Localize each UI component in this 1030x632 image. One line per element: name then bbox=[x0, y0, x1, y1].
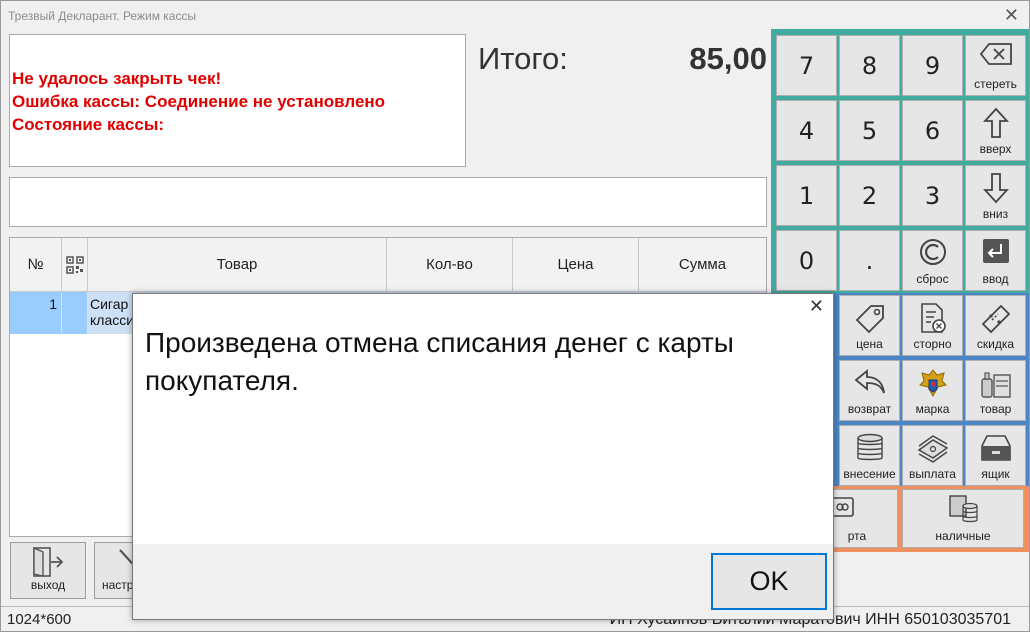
dialog-footer: OK bbox=[133, 544, 833, 619]
up-button[interactable]: вверх bbox=[965, 100, 1026, 161]
exit-icon bbox=[33, 546, 64, 577]
drawer-button[interactable]: ящик bbox=[965, 425, 1026, 486]
reset-button[interactable]: сброс bbox=[902, 230, 963, 291]
coins-stack-icon bbox=[856, 433, 883, 461]
cash-payment-button[interactable]: наличные bbox=[902, 489, 1024, 548]
settings-label: настр bbox=[102, 578, 134, 592]
header-product: Товар bbox=[88, 238, 387, 292]
header-qr bbox=[62, 238, 88, 292]
key-2[interactable]: 2 bbox=[839, 165, 900, 226]
table-header: № Товар Кол-во Цена Сумма bbox=[10, 238, 766, 292]
main-window: Трезвый Декларант. Режим кассы ✕ Не удал… bbox=[0, 0, 1030, 632]
header-sum: Сумма bbox=[678, 256, 727, 273]
settings-button[interactable]: настр bbox=[94, 542, 134, 599]
title-bar: Трезвый Декларант. Режим кассы ✕ bbox=[1, 1, 1029, 29]
arrow-up-icon bbox=[982, 107, 1009, 138]
cash-out-button[interactable]: выплата bbox=[902, 425, 963, 486]
scan-input[interactable] bbox=[9, 177, 767, 227]
storno-button[interactable]: сторно bbox=[902, 295, 963, 356]
banknotes-icon bbox=[917, 435, 948, 463]
key-4[interactable]: 4 bbox=[776, 100, 837, 161]
error-message-box: Не удалось закрыть чек! Ошибка кассы: Со… bbox=[9, 34, 466, 167]
header-num: № bbox=[10, 238, 62, 292]
total-label: Итого: bbox=[478, 41, 568, 76]
enter-icon bbox=[982, 239, 1009, 263]
key-6[interactable]: 6 bbox=[902, 100, 963, 161]
goods-button[interactable]: товар bbox=[965, 360, 1026, 421]
error-line-1: Не удалось закрыть чек! bbox=[12, 69, 222, 88]
arrow-down-icon bbox=[982, 173, 1009, 204]
row-qr bbox=[62, 292, 88, 334]
discount-button[interactable]: скидка bbox=[965, 295, 1026, 356]
cash-icon bbox=[949, 495, 978, 523]
info-dialog: ✕ Произведена отмена списания денег с ка… bbox=[132, 293, 834, 620]
error-line-2: Ошибка кассы: Соединение не установлено bbox=[12, 92, 386, 111]
qr-icon bbox=[65, 256, 84, 274]
emblem-icon bbox=[918, 369, 947, 398]
row-num: 1 bbox=[10, 292, 62, 334]
window-close-button[interactable]: ✕ bbox=[1004, 5, 1019, 26]
backspace-icon bbox=[979, 43, 1012, 65]
total-value: 85,00 bbox=[689, 41, 767, 76]
exit-button[interactable]: выход bbox=[10, 542, 86, 599]
price-button[interactable]: цена bbox=[839, 295, 900, 356]
key-1[interactable]: 1 bbox=[776, 165, 837, 226]
products-icon bbox=[980, 372, 1011, 398]
enter-button[interactable]: ввод bbox=[965, 230, 1026, 291]
key-3[interactable]: 3 bbox=[902, 165, 963, 226]
key-dot[interactable]: . bbox=[839, 230, 900, 291]
key-7[interactable]: 7 bbox=[776, 35, 837, 96]
copyright-reset-icon bbox=[919, 239, 946, 265]
header-price: Цена bbox=[513, 238, 639, 292]
dialog-close-button[interactable]: ✕ bbox=[809, 296, 824, 317]
cash-in-button[interactable]: внесение bbox=[839, 425, 900, 486]
document-cancel-icon bbox=[920, 303, 946, 333]
key-5[interactable]: 5 bbox=[839, 100, 900, 161]
discount-ticket-icon bbox=[981, 304, 1010, 334]
settings-icon bbox=[119, 549, 133, 566]
return-button[interactable]: возврат bbox=[839, 360, 900, 421]
key-0[interactable]: 0 bbox=[776, 230, 837, 291]
erase-button[interactable]: стереть bbox=[965, 35, 1026, 96]
dialog-message: Произведена отмена списания денег с карт… bbox=[145, 327, 734, 396]
window-title: Трезвый Декларант. Режим кассы bbox=[8, 9, 197, 23]
exit-label: выход bbox=[30, 578, 66, 592]
key-8[interactable]: 8 bbox=[839, 35, 900, 96]
resolution-text: 1024*600 bbox=[7, 611, 72, 628]
ok-button[interactable]: OK bbox=[711, 553, 827, 610]
return-arrow-icon bbox=[854, 369, 885, 394]
mark-button[interactable]: марка bbox=[902, 360, 963, 421]
down-button[interactable]: вниз bbox=[965, 165, 1026, 226]
error-line-3: Состояние кассы: bbox=[12, 115, 165, 134]
price-tag-icon bbox=[855, 305, 884, 334]
key-9[interactable]: 9 bbox=[902, 35, 963, 96]
header-qty: Кол-во bbox=[387, 238, 513, 292]
cash-drawer-icon bbox=[980, 435, 1011, 461]
